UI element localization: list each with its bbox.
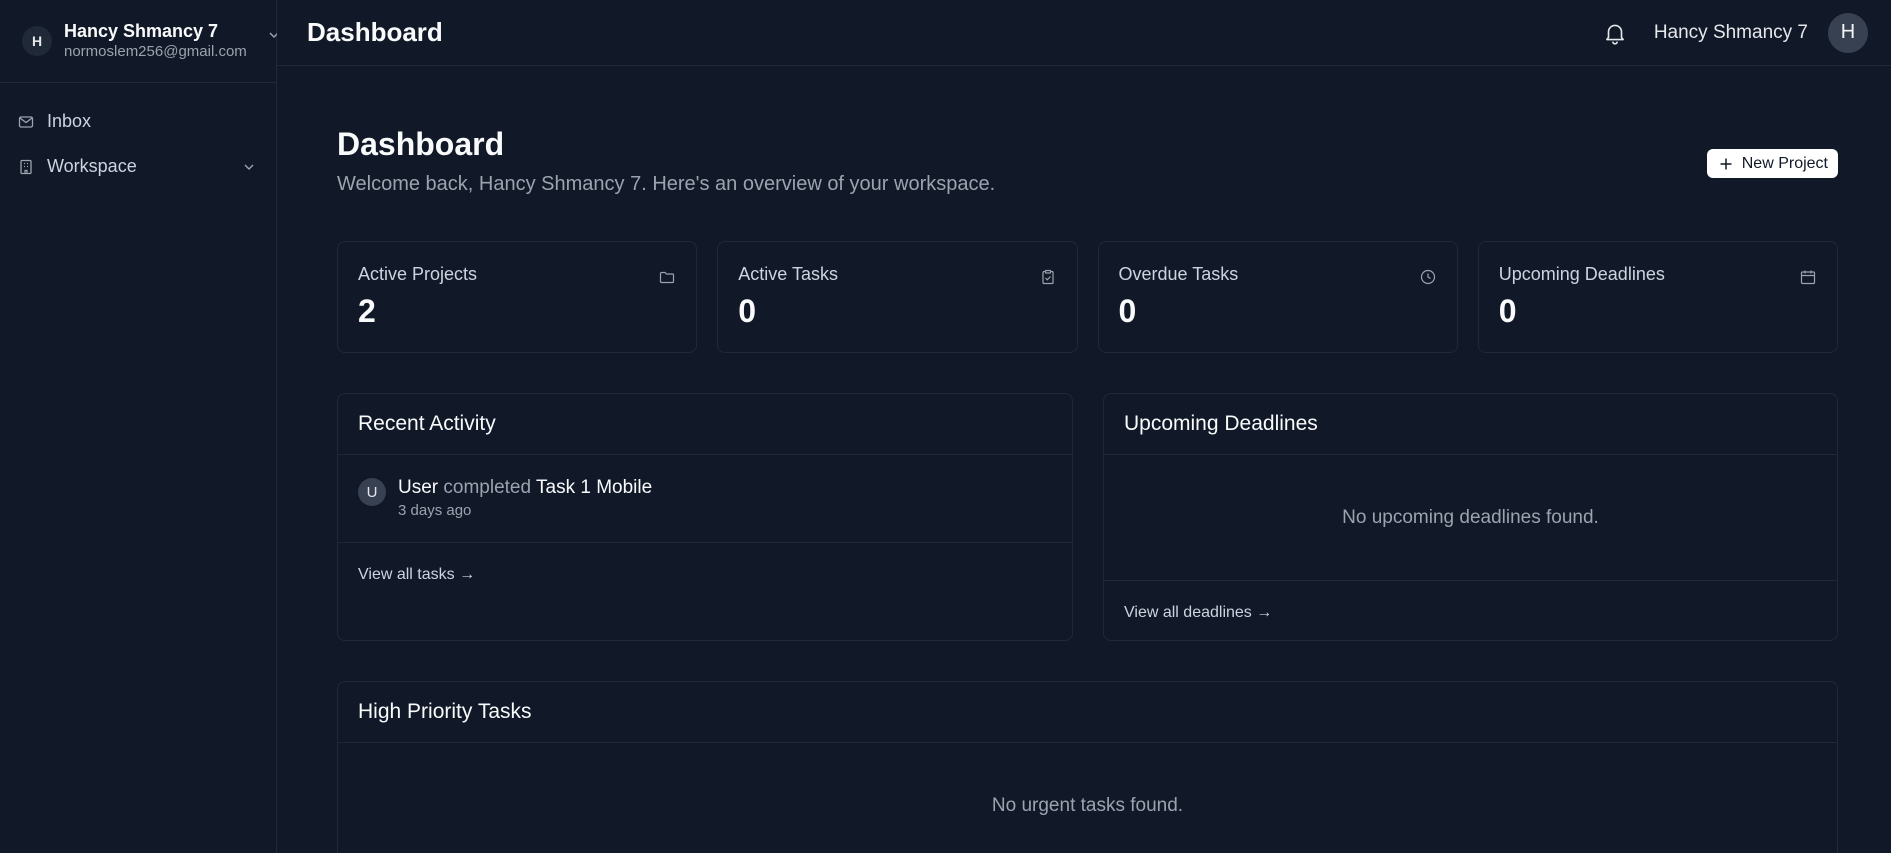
- card-title: Upcoming Deadlines: [1104, 394, 1837, 455]
- list-item: U User completed Task 1 Mobile 3 days ag…: [338, 455, 1072, 543]
- chevron-down-icon[interactable]: [269, 28, 277, 40]
- stat-label: Upcoming Deadlines: [1498, 264, 1665, 284]
- sidebar-item-label: Inbox: [47, 111, 92, 131]
- view-all-tasks-link[interactable]: View all tasks →: [338, 566, 475, 584]
- new-project-label: New Project: [1741, 154, 1828, 172]
- folder-icon: [659, 269, 675, 285]
- sidebar-item-inbox[interactable]: Inbox: [0, 99, 276, 144]
- sidebar-item-label: Workspace: [47, 156, 137, 176]
- stat-card-overdue-tasks: Overdue Tasks 0: [1097, 241, 1458, 353]
- card-title: Recent Activity: [338, 394, 1072, 455]
- upcoming-deadlines-card: Upcoming Deadlines No upcoming deadlines…: [1103, 393, 1838, 641]
- empty-state: No upcoming deadlines found.: [1104, 455, 1837, 581]
- user-name: Hancy Shmancy 7: [1653, 21, 1808, 43]
- recent-activity-card: Recent Activity U User completed Task 1 …: [337, 393, 1073, 641]
- main-content: Dashboard Welcome back, Hancy Shmancy 7.…: [337, 66, 1838, 853]
- account-email: normoslem256@gmail.com: [64, 43, 247, 60]
- building-icon: [18, 159, 34, 175]
- plus-icon: [1719, 157, 1733, 171]
- stat-label: Overdue Tasks: [1118, 264, 1239, 284]
- new-project-button[interactable]: New Project: [1706, 149, 1838, 178]
- chevron-down-icon[interactable]: [242, 160, 256, 174]
- activity-target[interactable]: Task 1 Mobile: [536, 477, 652, 498]
- clipboard-check-icon: [1040, 269, 1056, 285]
- stat-value: 0: [1118, 293, 1137, 329]
- calendar-icon: [1800, 269, 1816, 285]
- stat-value: 2: [358, 293, 376, 329]
- activity-row: Recent Activity U User completed Task 1 …: [337, 393, 1838, 641]
- empty-state: No urgent tasks found.: [991, 795, 1184, 816]
- top-bar: Dashboard Hancy Shmancy 7 H: [277, 0, 1891, 66]
- high-priority-tasks-card: High Priority Tasks No urgent tasks foun…: [337, 681, 1838, 853]
- stat-card-upcoming-deadlines: Upcoming Deadlines 0: [1477, 241, 1838, 353]
- avatar: U: [358, 478, 386, 506]
- activity-text: User completed Task 1 Mobile: [398, 477, 652, 499]
- card-title: High Priority Tasks: [338, 682, 1837, 743]
- stat-label: Active Tasks: [738, 264, 838, 284]
- bell-icon[interactable]: [1602, 20, 1628, 46]
- activity-time: 3 days ago: [398, 502, 472, 519]
- mail-icon: [18, 114, 34, 130]
- page-title: Dashboard: [337, 126, 505, 162]
- activity-user: User: [398, 477, 439, 498]
- account-avatar: H: [22, 26, 52, 56]
- page-header: Dashboard Welcome back, Hancy Shmancy 7.…: [337, 66, 1838, 241]
- activity-verb: completed: [443, 477, 532, 498]
- sidebar: H Hancy Shmancy 7 normoslem256@gmail.com…: [0, 0, 277, 853]
- stat-value: 0: [1498, 293, 1517, 329]
- page-subtitle: Welcome back, Hancy Shmancy 7. Here's an…: [337, 173, 996, 195]
- stat-card-active-projects: Active Projects 2: [337, 241, 698, 353]
- account-name: Hancy Shmancy 7: [64, 21, 219, 41]
- user-avatar[interactable]: H: [1828, 12, 1868, 53]
- sidebar-item-workspace[interactable]: Workspace: [0, 144, 276, 189]
- view-all-deadlines-link[interactable]: View all deadlines →: [1104, 604, 1272, 622]
- stat-value: 0: [738, 293, 757, 329]
- clock-icon: [1420, 269, 1436, 285]
- topbar-title: Dashboard: [307, 17, 443, 47]
- stat-label: Active Projects: [358, 264, 478, 284]
- stats-row: Active Projects 2 Active Tasks 0 Overdue…: [337, 241, 1838, 353]
- stat-card-active-tasks: Active Tasks 0: [717, 241, 1078, 353]
- account-switcher[interactable]: H Hancy Shmancy 7 normoslem256@gmail.com: [0, 0, 277, 83]
- sidebar-nav: Inbox Workspace: [0, 83, 276, 189]
